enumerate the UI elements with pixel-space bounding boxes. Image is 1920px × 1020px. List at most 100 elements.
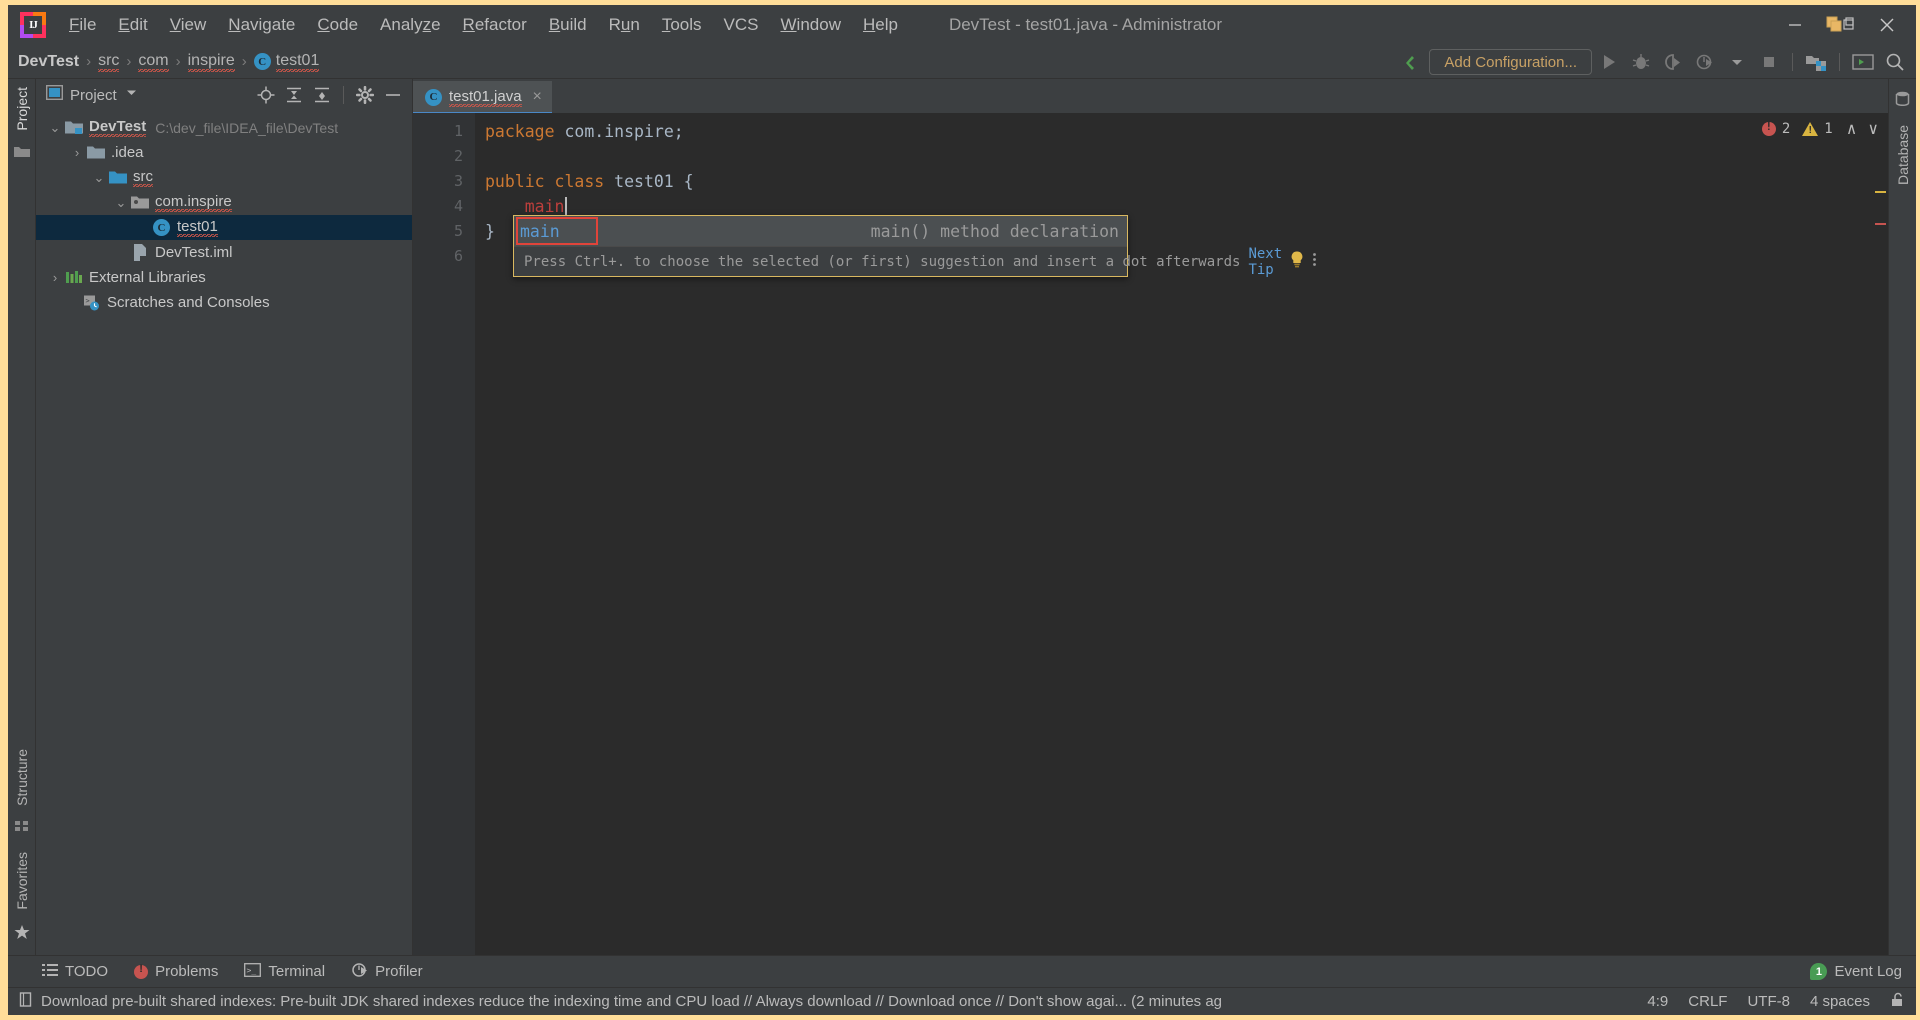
profiler-icon[interactable]	[1690, 47, 1720, 77]
lightbulb-icon[interactable]	[1290, 251, 1304, 272]
expand-all-icon[interactable]	[281, 82, 307, 108]
project-structure-icon[interactable]	[1801, 47, 1831, 77]
more-options-icon[interactable]	[1312, 251, 1317, 272]
breadcrumb-item-com[interactable]: com	[138, 51, 169, 72]
tool-window-label: Problems	[155, 963, 219, 980]
stop-icon[interactable]	[1754, 47, 1784, 77]
line-number: 3	[453, 172, 463, 190]
next-tip-link[interactable]: Next Tip	[1248, 246, 1282, 278]
add-configuration-button[interactable]: Add Configuration...	[1429, 49, 1592, 75]
structure-icon[interactable]	[14, 819, 30, 838]
warning-count: 1	[1824, 120, 1833, 137]
project-folder-icon[interactable]	[13, 145, 30, 164]
class-badge-icon: C	[425, 88, 442, 106]
event-log-button[interactable]: 1 Event Log	[1810, 963, 1902, 980]
indent-setting[interactable]: 4 spaces	[1810, 993, 1870, 1010]
locate-icon[interactable]	[253, 82, 279, 108]
menu-tools[interactable]: Tools	[651, 12, 713, 38]
unlocked-icon[interactable]	[1890, 992, 1906, 1012]
caret-position[interactable]: 4:9	[1647, 993, 1668, 1010]
restore-window-icon[interactable]	[1818, 8, 1864, 42]
breadcrumb-separator: ›	[175, 53, 181, 70]
search-everywhere-icon[interactable]	[1880, 47, 1910, 77]
menu-code[interactable]: Code	[306, 12, 369, 38]
tree-row-devtest-iml[interactable]: DevTest.iml	[36, 240, 412, 265]
menu-refactor[interactable]: Refactor	[452, 12, 538, 38]
menu-view[interactable]: View	[159, 12, 218, 38]
tree-label-devtest: DevTest	[89, 118, 147, 137]
code-editor[interactable]: 1 2 3 4 5 6 package com.inspire; public …	[413, 113, 1888, 955]
tool-window-todo[interactable]: TODO	[42, 963, 108, 981]
debug-icon[interactable]	[1626, 47, 1656, 77]
file-encoding[interactable]: UTF-8	[1747, 993, 1790, 1010]
breadcrumb-item-devtest[interactable]: DevTest	[18, 53, 79, 71]
sidebar-tab-structure[interactable]: Structure	[14, 741, 30, 814]
problems-icon	[134, 963, 149, 979]
sidebar-tab-project[interactable]: Project	[14, 79, 30, 139]
chevron-down-icon[interactable]: ⌄	[112, 195, 130, 211]
minimize-icon[interactable]	[1772, 8, 1818, 42]
make-project-icon[interactable]	[1397, 47, 1427, 77]
tree-row-src[interactable]: ⌄ src	[36, 165, 412, 190]
menu-run[interactable]: Run	[598, 12, 651, 38]
run-icon[interactable]	[1594, 47, 1624, 77]
status-bar: Download pre-built shared indexes: Pre-b…	[8, 987, 1916, 1015]
run-with-coverage-icon[interactable]	[1658, 47, 1688, 77]
status-message-area[interactable]: Download pre-built shared indexes: Pre-b…	[18, 991, 1222, 1012]
event-log-label: Event Log	[1834, 963, 1902, 980]
menu-vcs[interactable]: VCS	[713, 12, 770, 38]
menu-window[interactable]: Window	[770, 12, 852, 38]
collapse-all-icon[interactable]	[309, 82, 335, 108]
tool-window-label: Terminal	[268, 963, 326, 980]
completion-item-main[interactable]: main main() method declaration	[514, 216, 1127, 246]
close-tab-icon[interactable]: ×	[533, 88, 542, 106]
tool-window-terminal[interactable]: >_ Terminal	[244, 962, 326, 981]
tree-row-scratches-consoles[interactable]: > Scratches and Consoles	[36, 290, 412, 315]
menu-analyze[interactable]: Analyze	[369, 12, 452, 38]
tool-window-problems[interactable]: Problems	[134, 963, 218, 980]
sidebar-tab-database[interactable]: Database	[1895, 117, 1911, 193]
project-tool-window: Project ⌄ DevTest C:\dev_file\IDEA_file\…	[36, 79, 413, 955]
hide-panel-icon[interactable]	[380, 82, 406, 108]
previous-problem-icon[interactable]: ∧	[1847, 119, 1857, 138]
chevron-down-icon[interactable]: ⌄	[46, 120, 64, 136]
code-completion-popup[interactable]: main main() method declaration Press Ctr…	[513, 215, 1317, 278]
database-icon[interactable]	[1895, 91, 1910, 111]
breadcrumb-item-inspire[interactable]: inspire	[187, 51, 235, 72]
tool-window-profiler[interactable]: Profiler	[351, 962, 423, 982]
favorites-star-icon[interactable]	[14, 924, 30, 945]
breadcrumb-separator: ›	[126, 53, 132, 70]
line-separator[interactable]: CRLF	[1688, 993, 1727, 1010]
line-number: 1	[453, 122, 463, 140]
editor-tab-test01-java[interactable]: C test01.java ×	[413, 81, 552, 115]
settings-gear-icon[interactable]	[352, 82, 378, 108]
chevron-down-icon[interactable]	[125, 86, 138, 104]
menu-help[interactable]: Help	[852, 12, 909, 38]
tree-row-test01[interactable]: C test01	[36, 215, 412, 240]
chevron-down-icon[interactable]: ⌄	[90, 170, 108, 186]
chevron-right-icon[interactable]: ›	[68, 145, 86, 160]
project-tree: ⌄ DevTest C:\dev_file\IDEA_file\DevTest …	[36, 111, 412, 955]
menu-navigate[interactable]: Navigate	[217, 12, 306, 38]
tree-row-external-libraries[interactable]: › External Libraries	[36, 265, 412, 290]
tree-row-devtest[interactable]: ⌄ DevTest C:\dev_file\IDEA_file\DevTest	[36, 115, 412, 140]
sidebar-tab-favorites[interactable]: Favorites	[14, 844, 30, 918]
terminal-icon[interactable]	[1848, 47, 1878, 77]
error-stripe-markers[interactable]	[1874, 113, 1888, 955]
status-message[interactable]: Download pre-built shared indexes: Pre-b…	[41, 993, 1222, 1010]
menu-file[interactable]: File	[58, 12, 107, 38]
menu-build[interactable]: Build	[538, 12, 598, 38]
menu-edit[interactable]: Edit	[107, 12, 158, 38]
warning-count-icon	[1802, 121, 1819, 136]
class-badge-icon: C	[253, 53, 271, 70]
tree-row-com-inspire[interactable]: ⌄ com.inspire	[36, 190, 412, 215]
close-icon[interactable]	[1864, 8, 1910, 42]
breadcrumb-item-src[interactable]: src	[98, 51, 120, 72]
breadcrumb-item-test01[interactable]: test01	[275, 51, 320, 72]
code-content[interactable]: package com.inspire; public class test01…	[475, 113, 1888, 955]
chevron-down-icon[interactable]	[1722, 47, 1752, 77]
inspection-widget[interactable]: 2 1 ∧ ∨	[1761, 119, 1878, 138]
line-number: 4	[453, 197, 463, 215]
tree-row-idea[interactable]: › .idea	[36, 140, 412, 165]
chevron-right-icon[interactable]: ›	[46, 270, 64, 285]
